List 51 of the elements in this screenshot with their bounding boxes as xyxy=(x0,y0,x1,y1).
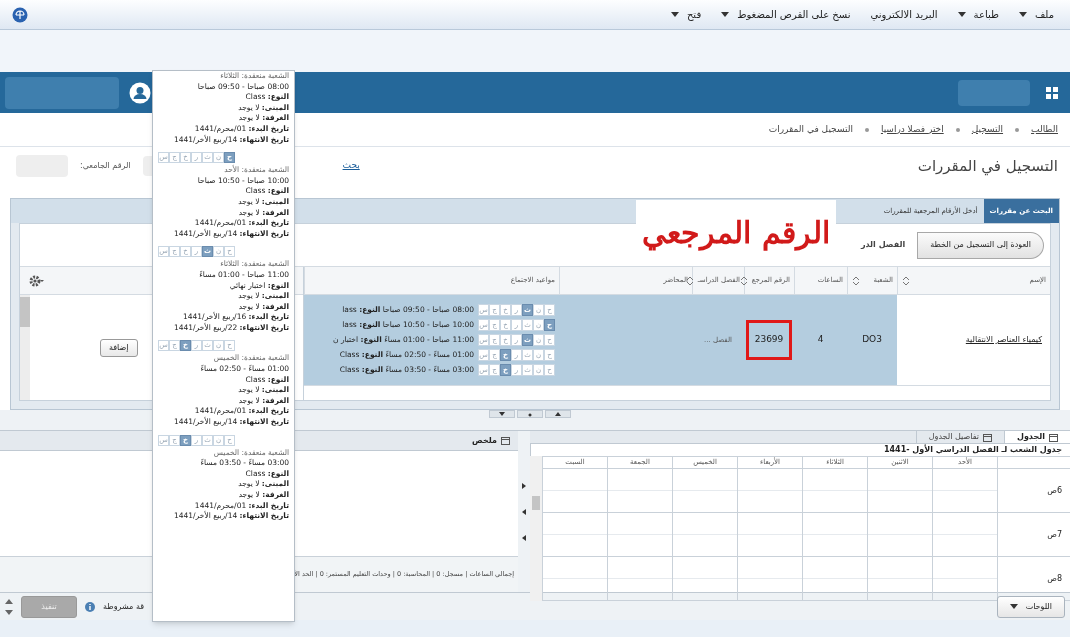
student-id-label: الرقم الجامعي: xyxy=(80,160,131,172)
add-button[interactable]: إضافة xyxy=(100,338,138,357)
menu-item[interactable]: البريد الالكتروني xyxy=(870,7,938,22)
scrollbar[interactable] xyxy=(20,295,30,400)
course-name-link[interactable]: كيمياء العناصر الانتقالية xyxy=(965,334,1042,346)
breadcrumb-current: التسجيل في المقررات xyxy=(768,122,853,136)
grid-icon[interactable] xyxy=(1046,86,1058,99)
hour-label: 7ص xyxy=(1047,528,1062,541)
bullet-icon xyxy=(1015,127,1020,132)
conditional-text: قة مشروطة xyxy=(103,600,144,613)
breadcrumb-link[interactable]: التسجيل xyxy=(971,122,1004,137)
blurred-box xyxy=(958,79,1030,106)
caret-icon xyxy=(1018,12,1027,17)
hour-label: 8ص xyxy=(1047,572,1062,585)
gear-icon[interactable] xyxy=(28,273,44,288)
scroll-arrows-icon[interactable] xyxy=(5,597,13,616)
caret-icon xyxy=(670,12,679,17)
hour-label: 6ص xyxy=(1047,484,1062,497)
panels-dropdown[interactable]: اللوحات xyxy=(996,595,1065,618)
tab[interactable]: الجدول xyxy=(1003,431,1070,443)
menu-item[interactable]: نسخ على القرص المضغوط xyxy=(721,7,851,22)
globe-icon[interactable] xyxy=(12,6,28,23)
info-icon xyxy=(85,601,95,612)
list-icon xyxy=(982,432,992,442)
reference-number: 23699 xyxy=(745,320,793,360)
bullet-icon xyxy=(955,127,960,132)
caret-icon xyxy=(1009,604,1018,609)
course-row[interactable] xyxy=(304,295,1050,385)
menu-item[interactable]: طباعة xyxy=(957,7,999,22)
schedule-title: جدول الشعب لـ الفصل الدراسي الأول -1441 xyxy=(883,444,1062,456)
sort-icon[interactable] xyxy=(852,275,860,286)
caret-icon xyxy=(957,12,966,17)
menu-item[interactable]: ملف xyxy=(1018,7,1054,22)
back-button[interactable]: العودة إلى التسجيل من الخطة xyxy=(917,231,1044,259)
caret-icon xyxy=(721,12,730,17)
sort-icon[interactable] xyxy=(739,275,748,286)
menu-item[interactable]: فتح xyxy=(670,7,702,22)
term-label: الفصل الدر xyxy=(860,239,906,251)
page-title: التسجيل في المقررات xyxy=(917,155,1058,178)
scrollbar[interactable] xyxy=(530,456,542,601)
search-link[interactable]: بحث xyxy=(342,159,360,173)
calendar-icon xyxy=(1049,432,1058,442)
user-icon[interactable] xyxy=(129,81,151,104)
breadcrumb-link[interactable]: اختر فصلا دراسيا xyxy=(880,122,944,137)
table-cell: 4 xyxy=(817,333,824,347)
bullet-icon xyxy=(864,127,869,132)
table-cell: DO3 xyxy=(862,333,882,347)
breadcrumb-link[interactable]: الطالب xyxy=(1031,122,1058,137)
calendar-icon xyxy=(501,436,510,445)
panel-title: ملخص xyxy=(472,434,497,447)
sort-icon[interactable] xyxy=(902,275,910,286)
